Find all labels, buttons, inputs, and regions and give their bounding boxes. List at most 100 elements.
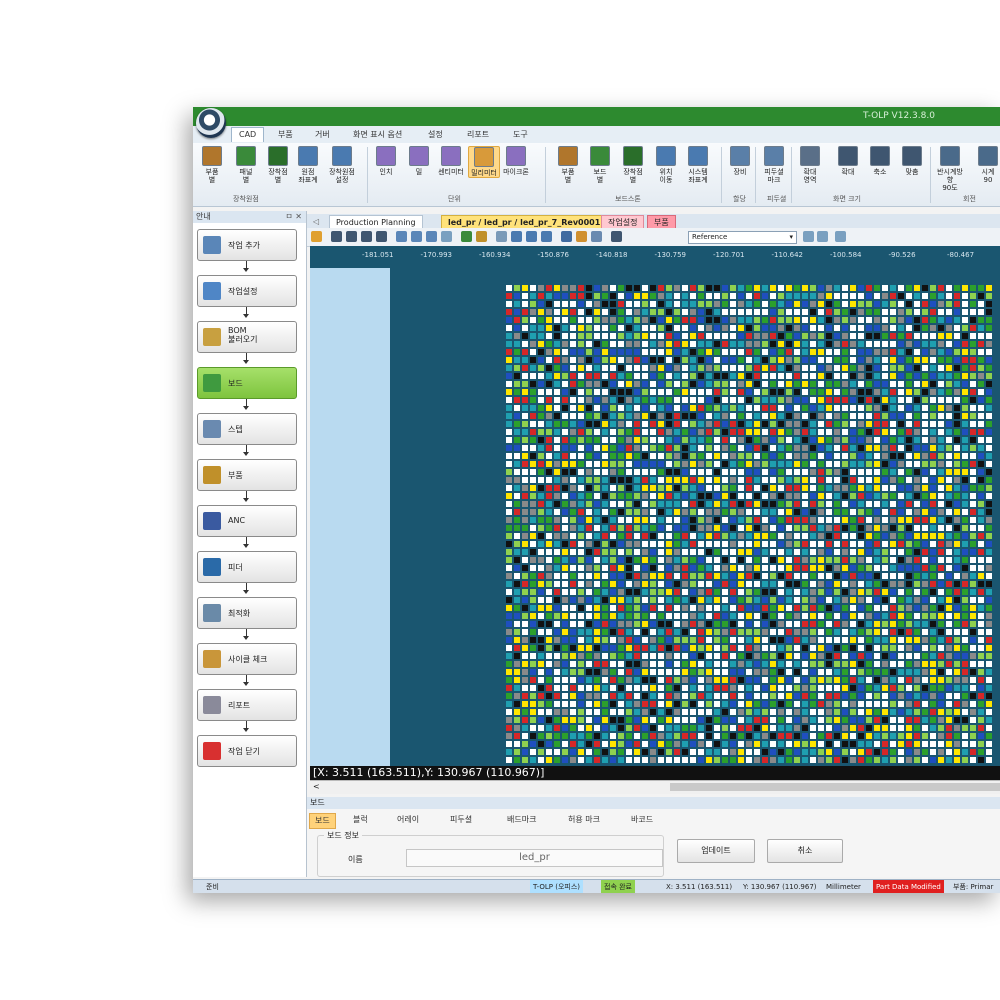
ribbon-button-move[interactable]: 위치 이동 bbox=[651, 146, 681, 184]
highlight-icon[interactable] bbox=[576, 231, 587, 242]
scroll-left-icon[interactable]: < bbox=[313, 782, 320, 791]
ribbon-button-origin[interactable]: 원점 좌표계 bbox=[293, 146, 323, 184]
flip-icon[interactable] bbox=[511, 231, 522, 242]
image-icon[interactable] bbox=[835, 231, 846, 242]
guide-step-optimize[interactable]: 최적화 bbox=[197, 597, 297, 629]
tab-tools[interactable]: 도구 bbox=[513, 128, 528, 142]
copy-icon[interactable] bbox=[396, 231, 407, 242]
rotate-icon[interactable] bbox=[541, 231, 552, 242]
ribbon-button-panel[interactable]: 패널 별 bbox=[231, 146, 261, 184]
app-menu-orb-icon[interactable] bbox=[196, 108, 226, 138]
layer-icon[interactable] bbox=[817, 231, 828, 242]
settings-icon[interactable] bbox=[591, 231, 602, 242]
guide-step-step[interactable]: 스텝 bbox=[197, 413, 297, 445]
guide-step-bom-import[interactable]: BOM 불러오기 bbox=[197, 321, 297, 353]
ribbon-button-label: 확대 영역 bbox=[803, 168, 817, 184]
tab-array[interactable]: 어레이 bbox=[397, 813, 419, 827]
ribbon-button-rotate-cw[interactable]: 시계 90 bbox=[973, 146, 1000, 184]
ribbon-button-zoom-fit[interactable]: 맞춤 bbox=[897, 146, 927, 176]
app-title: T-OLP V12.3.8.0 bbox=[863, 111, 935, 121]
ribbon-button-inch[interactable]: 인치 bbox=[371, 146, 401, 176]
tab-board[interactable]: 보드 bbox=[309, 813, 336, 829]
guide-step-job-settings[interactable]: 작업설정 bbox=[197, 275, 297, 307]
board-name-field[interactable]: led_pr bbox=[406, 849, 663, 867]
board-icon bbox=[203, 374, 221, 392]
align-icon[interactable] bbox=[441, 231, 452, 242]
guide-step-label: ANC bbox=[228, 516, 246, 525]
tab-scroll-left-icon[interactable]: ◁ bbox=[307, 215, 325, 228]
guide-step-feeder[interactable]: 피더 bbox=[197, 551, 297, 583]
rotate-ccw-icon bbox=[940, 146, 960, 166]
zoom-out-icon[interactable] bbox=[346, 231, 357, 242]
panel-icon bbox=[236, 146, 256, 166]
tab-fiducial[interactable]: 피두셜 bbox=[450, 813, 472, 827]
info-icon[interactable] bbox=[611, 231, 622, 242]
scrollbar-thumb[interactable] bbox=[670, 783, 1000, 791]
ribbon-button-system-coord[interactable]: 시스템 좌표계 bbox=[683, 146, 713, 184]
zoom-in-icon[interactable] bbox=[331, 231, 342, 242]
save-icon[interactable] bbox=[411, 231, 422, 242]
tab-parts[interactable]: 부품 bbox=[278, 128, 293, 142]
board-canvas[interactable]: -181.051 -170.993 -160.934 -150.876 -140.818… bbox=[310, 246, 1000, 780]
step-connector-arrow bbox=[243, 537, 249, 548]
view-icon[interactable] bbox=[426, 231, 437, 242]
ribbon-button-mount-origin[interactable]: 장착원점 설정 bbox=[327, 146, 357, 184]
guide-step-cycle-check[interactable]: 사이클 체크 bbox=[197, 643, 297, 675]
micron-icon bbox=[506, 146, 526, 166]
ribbon-button-label: 패널 별 bbox=[239, 168, 253, 184]
ribbon-button-zoom-in[interactable]: 확대 bbox=[833, 146, 863, 176]
zoom-area-icon[interactable] bbox=[361, 231, 372, 242]
canvas-margin bbox=[310, 268, 390, 780]
ribbon-button-label: 부품 별 bbox=[561, 168, 575, 184]
ribbon-button-micron[interactable]: 마이크론 bbox=[501, 146, 531, 176]
guide-step-close-job[interactable]: 작업 닫기 bbox=[197, 735, 297, 767]
tab-accept-mark[interactable]: 허용 마크 bbox=[568, 813, 600, 827]
ruler-tick-label: -170.993 bbox=[420, 251, 452, 259]
mirror-icon[interactable] bbox=[526, 231, 537, 242]
book-icon[interactable] bbox=[561, 231, 572, 242]
guide-step-add-job[interactable]: 작업 추가 bbox=[197, 229, 297, 261]
guide-step-anc[interactable]: ANC bbox=[197, 505, 297, 537]
ruler-tick-label: -181.051 bbox=[362, 251, 394, 259]
ribbon-button-rotate-ccw[interactable]: 반시계방향 90도 bbox=[935, 146, 965, 192]
tab-badmark[interactable]: 배드마크 bbox=[507, 813, 536, 827]
ribbon-button-zoom-area[interactable]: 확대 영역 bbox=[795, 146, 825, 184]
status-connection: 접속 완료 bbox=[601, 880, 635, 893]
horizontal-scrollbar[interactable]: < bbox=[310, 780, 1000, 794]
tab-cad[interactable]: CAD bbox=[231, 127, 265, 142]
guide-step-component[interactable]: 부품 bbox=[197, 459, 297, 491]
ribbon-button-mil[interactable]: 밀 bbox=[404, 146, 434, 176]
ribbon-button-centimeter[interactable]: 센티미터 bbox=[436, 146, 466, 176]
measure-icon[interactable] bbox=[496, 231, 507, 242]
guide-step-board[interactable]: 보드 bbox=[197, 367, 297, 399]
ribbon-button-parts[interactable]: 부품 별 bbox=[197, 146, 227, 184]
guide-panel: 안내 ㅁ ✕ 작업 추가 작업설정 BOM 불러오기 보드 스텝 부품 ANC 피더 최적화 사이… bbox=[193, 211, 307, 877]
grid-icon[interactable] bbox=[803, 231, 814, 242]
tab-barcode[interactable]: 바코드 bbox=[631, 813, 653, 827]
ribbon-button-mount-point[interactable]: 장착점 별 bbox=[263, 146, 293, 184]
zoom-fit-icon[interactable] bbox=[376, 231, 387, 242]
mount-origin-icon bbox=[332, 146, 352, 166]
ribbon-button-millimeter[interactable]: 밀리미터 bbox=[468, 146, 500, 178]
ribbon-button-mount-point[interactable]: 장착점 별 bbox=[618, 146, 648, 184]
tab-gerber[interactable]: 거버 bbox=[315, 128, 330, 142]
tab-settings[interactable]: 설정 bbox=[428, 128, 443, 142]
update-button[interactable]: 업데이트 bbox=[677, 839, 755, 863]
pan-icon[interactable] bbox=[311, 231, 322, 242]
guide-step-report[interactable]: 리포트 bbox=[197, 689, 297, 721]
ribbon-button-equipment[interactable]: 장비 bbox=[725, 146, 755, 176]
ribbon-button-fiducial[interactable]: 피두셜 마크 bbox=[759, 146, 789, 184]
ribbon-button-board[interactable]: 보드 별 bbox=[585, 146, 615, 184]
ribbon-button-label: 축소 bbox=[873, 168, 887, 176]
tab-display-options[interactable]: 화면 표시 옵션 bbox=[353, 128, 402, 142]
board-view-icon[interactable] bbox=[461, 231, 472, 242]
tab-report[interactable]: 리포트 bbox=[467, 128, 489, 142]
ribbon-button-zoom-out[interactable]: 축소 bbox=[865, 146, 895, 176]
tab-block[interactable]: 블럭 bbox=[353, 813, 368, 827]
cancel-button[interactable]: 취소 bbox=[767, 839, 843, 863]
reference-select[interactable]: Reference ▾ bbox=[688, 231, 797, 244]
ribbon-button-parts[interactable]: 부품 별 bbox=[553, 146, 583, 184]
panel-pin-close-icon[interactable]: ㅁ ✕ bbox=[285, 211, 302, 223]
origin-icon bbox=[298, 146, 318, 166]
select-icon[interactable] bbox=[476, 231, 487, 242]
